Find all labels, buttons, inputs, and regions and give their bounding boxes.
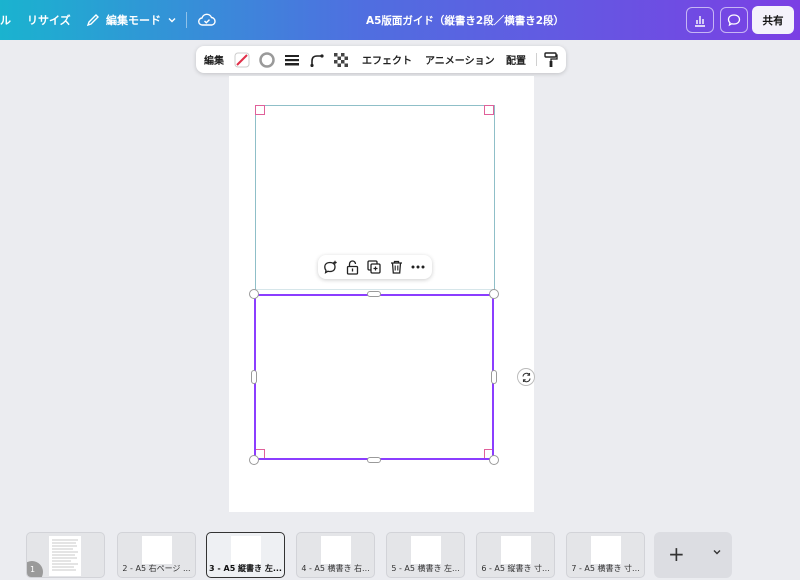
page-thumbnail[interactable]: 4 - A5 横書き 右... [296, 532, 375, 578]
lock-button[interactable] [341, 255, 363, 279]
resize-handle-right[interactable] [491, 370, 497, 384]
page-label: 7 - A5 横書き 寸... [571, 564, 640, 573]
delete-button[interactable] [385, 255, 407, 279]
page-number: 1 [30, 565, 36, 574]
border-weight-icon [285, 54, 299, 65]
cloud-saved-icon[interactable] [198, 0, 216, 40]
page-thumbnail-active[interactable]: 3 - A5 縦書き 左... [206, 532, 285, 578]
page-thumbnail[interactable]: 7 - A5 横書き 寸... [566, 532, 645, 578]
menu-item-partial[interactable]: ル [0, 0, 11, 40]
add-comment-button[interactable] [319, 255, 341, 279]
page-thumbnail[interactable]: 1 [26, 532, 105, 578]
rotate-icon [521, 372, 531, 382]
page-label: 4 - A5 横書き 右... [301, 564, 370, 573]
more-horizontal-icon [411, 265, 425, 269]
share-button[interactable]: 共有 [752, 6, 794, 34]
duplicate-button[interactable] [363, 255, 385, 279]
more-options-button[interactable] [407, 255, 429, 279]
divider [186, 12, 187, 28]
page-preview [49, 536, 81, 576]
border-color-button[interactable] [259, 46, 275, 73]
bar-chart-icon [695, 16, 705, 27]
resize-handle-bottom-left[interactable] [249, 455, 259, 465]
page-thumbnail[interactable]: 6 - A5 縦書き 寸... [476, 532, 555, 578]
paint-roller-icon [544, 51, 558, 67]
position-button[interactable]: 配置 [506, 46, 526, 73]
resize-button[interactable]: リサイズ [27, 0, 71, 40]
insights-button[interactable] [686, 7, 714, 33]
border-style-button[interactable] [285, 46, 299, 73]
chevron-down-icon[interactable] [712, 547, 722, 557]
border-color-icon [259, 51, 275, 68]
page-label: 5 - A5 横書き 左... [391, 564, 460, 573]
resize-handle-bottom[interactable] [367, 457, 381, 463]
page-preview [142, 536, 172, 564]
comments-button[interactable] [720, 7, 748, 33]
selection-toolbar [318, 255, 432, 279]
edit-button[interactable]: 編集 [204, 46, 224, 73]
page-thumbnail[interactable]: 5 - A5 横書き 左... [386, 532, 465, 578]
page-preview [411, 536, 441, 564]
page-preview [321, 536, 351, 564]
edit-mode-button[interactable]: 編集モード [86, 0, 177, 40]
copy-style-button[interactable] [544, 46, 558, 73]
comment-plus-icon [323, 260, 337, 274]
element-toolbar: 編集 エフェクト アニメーション 配置 [196, 46, 566, 73]
rotate-handle[interactable] [517, 368, 535, 386]
guide-corner-mark [484, 105, 494, 115]
page-label: 2 - A5 右ページ ... [122, 564, 191, 573]
resize-handle-top[interactable] [367, 291, 381, 297]
toolbar-divider [536, 53, 537, 66]
animate-button[interactable]: アニメーション [425, 46, 495, 73]
comment-icon [727, 14, 741, 27]
corner-radius-icon [310, 53, 324, 67]
page-preview [231, 536, 261, 564]
fill-color-button[interactable] [234, 46, 250, 73]
transparency-button[interactable] [334, 46, 348, 73]
guide-corner-mark [255, 105, 265, 115]
checkerboard-icon [334, 52, 348, 67]
selected-frame[interactable] [254, 294, 494, 460]
resize-handle-top-right[interactable] [489, 289, 499, 299]
add-page-button[interactable]: + [654, 532, 732, 578]
corner-rounding-button[interactable] [310, 46, 324, 73]
pencil-icon [86, 14, 99, 27]
trash-icon [390, 260, 402, 274]
plus-icon: + [668, 542, 685, 566]
chevron-down-icon [168, 18, 176, 23]
resize-handle-bottom-right[interactable] [489, 455, 499, 465]
resize-handle-top-left[interactable] [249, 289, 259, 299]
lock-icon [346, 259, 358, 275]
page-label: 3 - A5 縦書き 左... [209, 564, 282, 573]
no-fill-icon [234, 52, 250, 67]
effects-button[interactable]: エフェクト [362, 46, 412, 73]
page-preview [591, 536, 621, 564]
page-thumbnail[interactable]: 2 - A5 右ページ ... [117, 532, 196, 578]
page-label: 6 - A5 縦書き 寸... [481, 564, 550, 573]
resize-handle-left[interactable] [251, 370, 257, 384]
duplicate-icon [367, 260, 381, 274]
top-bar: ル リサイズ 編集モード A5版面ガイド（縦書き2段／横書き2段） 共有 [0, 0, 800, 40]
document-title[interactable]: A5版面ガイド（縦書き2段／横書き2段） [330, 0, 600, 40]
page-preview [501, 536, 531, 564]
